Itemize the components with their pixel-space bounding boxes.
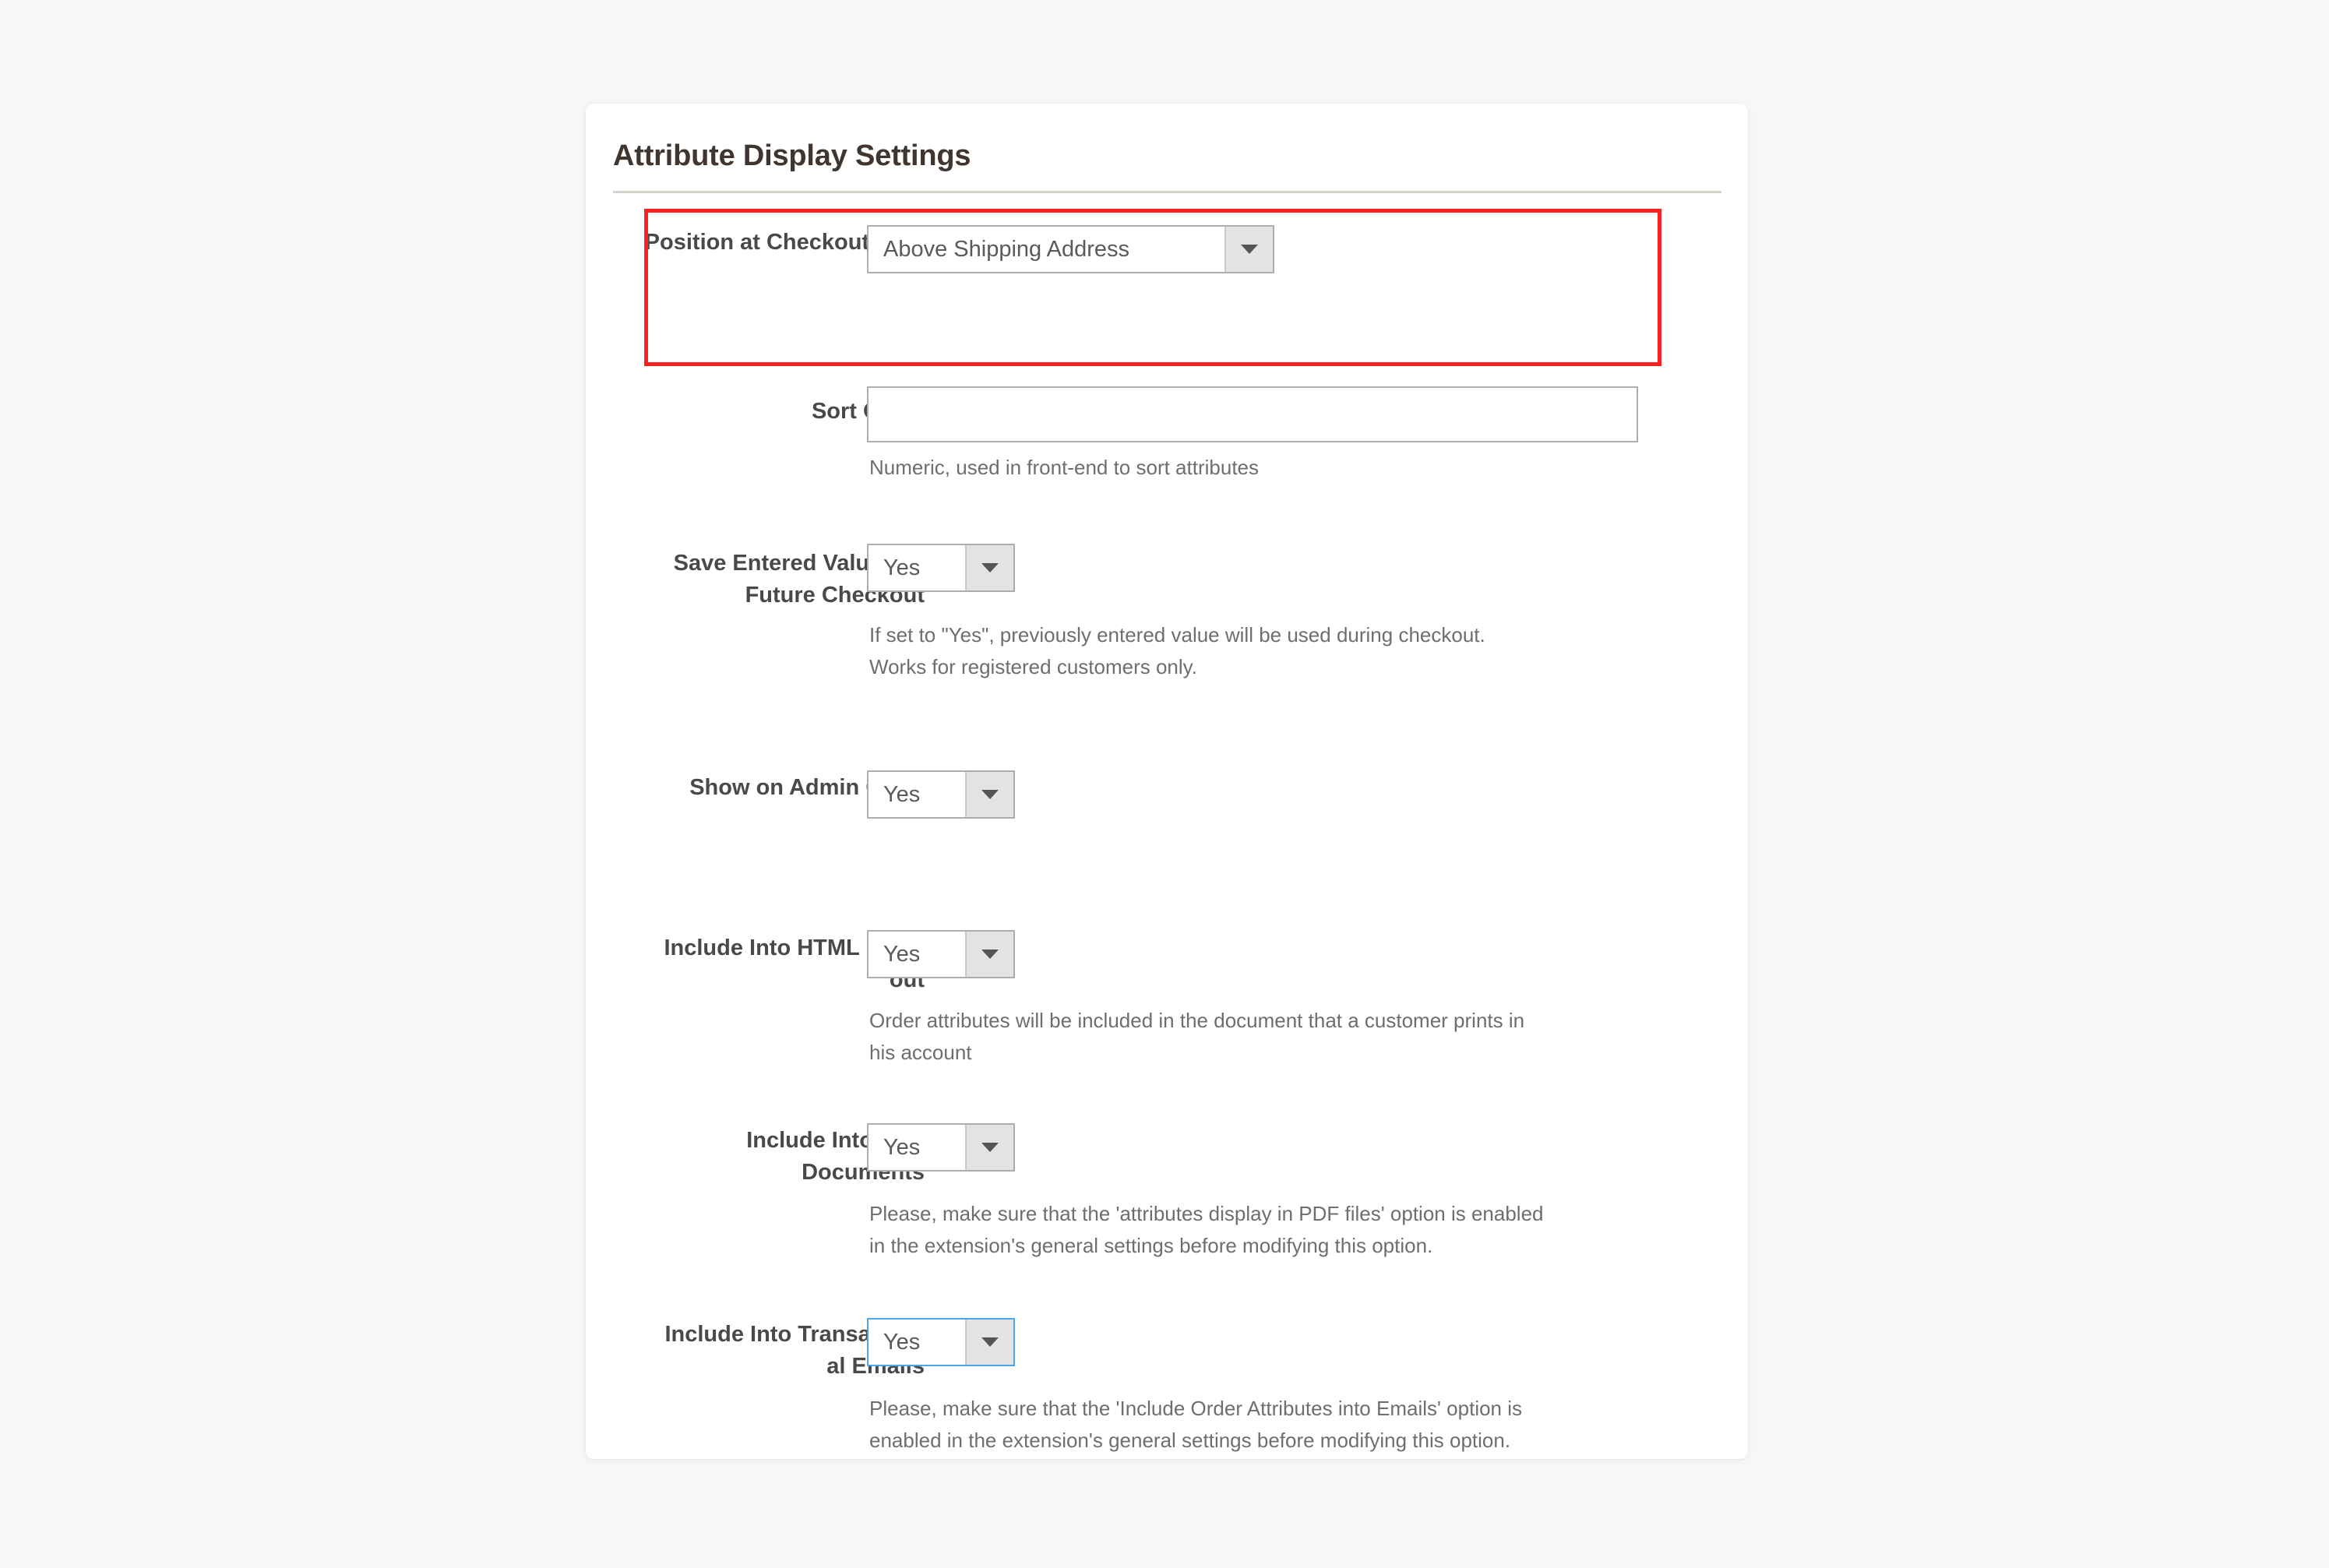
chevron-down-icon xyxy=(981,1143,999,1152)
chevron-down-icon xyxy=(981,950,999,959)
control-include-into-html-printout: Yes xyxy=(867,930,1015,982)
select-include-into-transactional-emails-value: Yes xyxy=(883,1329,921,1355)
control-include-into-pdf-documents: Yes xyxy=(867,1123,1015,1175)
control-show-on-admin-grids: Yes xyxy=(867,770,1015,823)
select-position-at-checkout-step[interactable]: Above Shipping Address xyxy=(867,225,1274,273)
help-text-include-into-transactional-emails: Please, make sure that the 'Include Orde… xyxy=(869,1397,1523,1452)
control-save-entered-value: Yes xyxy=(867,544,1015,596)
help-text-sort-order: Numeric, used in front-end to sort attri… xyxy=(869,456,1260,479)
select-include-into-transactional-emails[interactable]: Yes xyxy=(867,1318,1015,1366)
chevron-down-icon xyxy=(981,1337,999,1347)
select-show-on-admin-grids-value: Yes xyxy=(883,781,921,807)
page-root: Attribute Display Settings Position at C… xyxy=(0,0,2329,1568)
select-save-entered-value-value: Yes xyxy=(883,555,921,580)
select-position-at-checkout-step-value: Above Shipping Address xyxy=(883,236,1129,262)
sort-order-input[interactable] xyxy=(867,386,1638,442)
select-include-into-html-printout[interactable]: Yes xyxy=(867,930,1015,978)
help-text-save-entered-value: If set to "Yes", previously entered valu… xyxy=(869,623,1485,678)
help-text-include-into-html-printout: Order attributes will be included in the… xyxy=(869,1009,1525,1064)
title-divider xyxy=(613,191,1721,193)
select-show-on-admin-grids[interactable]: Yes xyxy=(867,770,1015,819)
control-sort-order xyxy=(867,386,1638,442)
select-include-into-pdf-documents-value: Yes xyxy=(883,1134,921,1160)
select-position-dropdown-button[interactable] xyxy=(1224,227,1273,272)
chevron-down-icon xyxy=(981,563,999,573)
select-include-into-pdf-documents-dropdown-button[interactable] xyxy=(965,1125,1013,1170)
page-title: Attribute Display Settings xyxy=(613,139,971,172)
help-text-include-into-pdf-documents: Please, make sure that the 'attributes d… xyxy=(869,1202,1544,1257)
control-include-into-transactional-emails: Yes xyxy=(867,1318,1015,1370)
select-save-entered-value-dropdown-button[interactable] xyxy=(965,545,1013,590)
chevron-down-icon xyxy=(981,790,999,799)
control-position-at-checkout-step: Above Shipping Address xyxy=(867,225,1274,277)
select-show-on-admin-grids-dropdown-button[interactable] xyxy=(965,772,1013,817)
select-include-into-pdf-documents[interactable]: Yes xyxy=(867,1123,1015,1172)
select-include-into-html-printout-dropdown-button[interactable] xyxy=(965,932,1013,977)
select-save-entered-value[interactable]: Yes xyxy=(867,544,1015,592)
select-include-into-html-printout-value: Yes xyxy=(883,941,921,967)
select-include-into-transactional-emails-dropdown-button[interactable] xyxy=(965,1320,1013,1365)
chevron-down-icon xyxy=(1241,245,1258,254)
